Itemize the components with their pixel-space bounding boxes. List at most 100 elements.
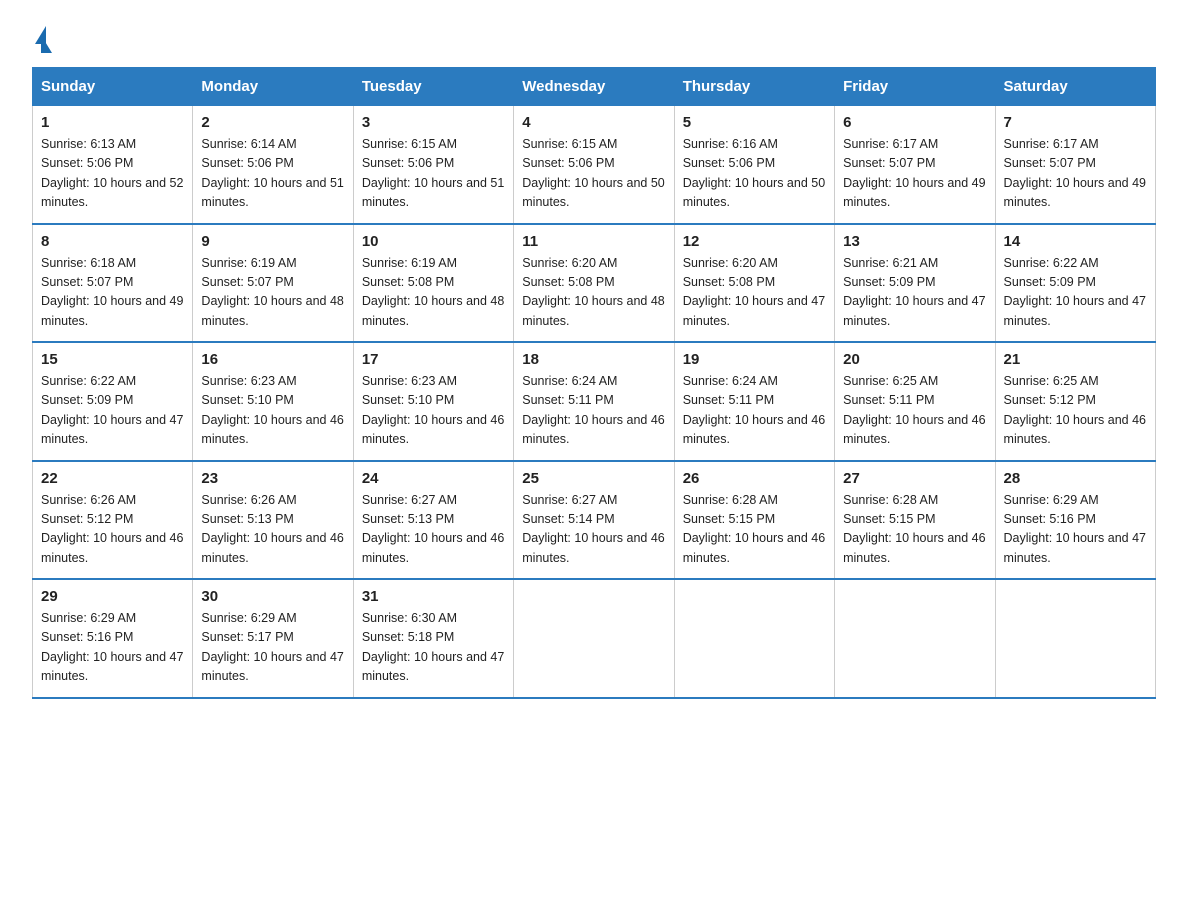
day-number: 15 bbox=[41, 351, 184, 368]
calendar-cell: 23 Sunrise: 6:26 AM Sunset: 5:13 PM Dayl… bbox=[193, 461, 353, 580]
calendar-week-row: 1 Sunrise: 6:13 AM Sunset: 5:06 PM Dayli… bbox=[33, 106, 1156, 224]
day-info: Sunrise: 6:27 AM Sunset: 5:13 PM Dayligh… bbox=[362, 491, 505, 569]
day-info: Sunrise: 6:29 AM Sunset: 5:16 PM Dayligh… bbox=[41, 609, 184, 687]
calendar-week-row: 29 Sunrise: 6:29 AM Sunset: 5:16 PM Dayl… bbox=[33, 579, 1156, 698]
weekday-header-saturday: Saturday bbox=[995, 68, 1155, 106]
day-number: 5 bbox=[683, 114, 826, 131]
weekday-header-monday: Monday bbox=[193, 68, 353, 106]
calendar-cell: 26 Sunrise: 6:28 AM Sunset: 5:15 PM Dayl… bbox=[674, 461, 834, 580]
day-info: Sunrise: 6:21 AM Sunset: 5:09 PM Dayligh… bbox=[843, 254, 986, 332]
calendar-cell: 15 Sunrise: 6:22 AM Sunset: 5:09 PM Dayl… bbox=[33, 342, 193, 461]
calendar-cell: 18 Sunrise: 6:24 AM Sunset: 5:11 PM Dayl… bbox=[514, 342, 674, 461]
logo bbox=[32, 24, 52, 51]
day-info: Sunrise: 6:30 AM Sunset: 5:18 PM Dayligh… bbox=[362, 609, 505, 687]
day-info: Sunrise: 6:25 AM Sunset: 5:11 PM Dayligh… bbox=[843, 372, 986, 450]
day-number: 23 bbox=[201, 470, 344, 487]
day-info: Sunrise: 6:19 AM Sunset: 5:07 PM Dayligh… bbox=[201, 254, 344, 332]
day-number: 30 bbox=[201, 588, 344, 605]
calendar-cell: 11 Sunrise: 6:20 AM Sunset: 5:08 PM Dayl… bbox=[514, 224, 674, 343]
day-info: Sunrise: 6:15 AM Sunset: 5:06 PM Dayligh… bbox=[362, 135, 505, 213]
day-number: 1 bbox=[41, 114, 184, 131]
day-info: Sunrise: 6:13 AM Sunset: 5:06 PM Dayligh… bbox=[41, 135, 184, 213]
calendar-week-row: 8 Sunrise: 6:18 AM Sunset: 5:07 PM Dayli… bbox=[33, 224, 1156, 343]
calendar-cell: 13 Sunrise: 6:21 AM Sunset: 5:09 PM Dayl… bbox=[835, 224, 995, 343]
day-number: 20 bbox=[843, 351, 986, 368]
calendar-cell: 27 Sunrise: 6:28 AM Sunset: 5:15 PM Dayl… bbox=[835, 461, 995, 580]
day-info: Sunrise: 6:29 AM Sunset: 5:17 PM Dayligh… bbox=[201, 609, 344, 687]
day-info: Sunrise: 6:25 AM Sunset: 5:12 PM Dayligh… bbox=[1004, 372, 1147, 450]
calendar-week-row: 15 Sunrise: 6:22 AM Sunset: 5:09 PM Dayl… bbox=[33, 342, 1156, 461]
day-number: 6 bbox=[843, 114, 986, 131]
calendar-cell: 16 Sunrise: 6:23 AM Sunset: 5:10 PM Dayl… bbox=[193, 342, 353, 461]
day-number: 3 bbox=[362, 114, 505, 131]
day-number: 10 bbox=[362, 233, 505, 250]
day-info: Sunrise: 6:29 AM Sunset: 5:16 PM Dayligh… bbox=[1004, 491, 1147, 569]
day-number: 14 bbox=[1004, 233, 1147, 250]
day-number: 7 bbox=[1004, 114, 1147, 131]
calendar-cell: 7 Sunrise: 6:17 AM Sunset: 5:07 PM Dayli… bbox=[995, 106, 1155, 224]
calendar-cell: 12 Sunrise: 6:20 AM Sunset: 5:08 PM Dayl… bbox=[674, 224, 834, 343]
day-info: Sunrise: 6:23 AM Sunset: 5:10 PM Dayligh… bbox=[201, 372, 344, 450]
day-number: 11 bbox=[522, 233, 665, 250]
calendar-cell: 25 Sunrise: 6:27 AM Sunset: 5:14 PM Dayl… bbox=[514, 461, 674, 580]
day-info: Sunrise: 6:24 AM Sunset: 5:11 PM Dayligh… bbox=[683, 372, 826, 450]
day-info: Sunrise: 6:18 AM Sunset: 5:07 PM Dayligh… bbox=[41, 254, 184, 332]
calendar-cell bbox=[835, 579, 995, 698]
day-info: Sunrise: 6:20 AM Sunset: 5:08 PM Dayligh… bbox=[522, 254, 665, 332]
day-number: 13 bbox=[843, 233, 986, 250]
calendar-cell bbox=[674, 579, 834, 698]
calendar-cell: 1 Sunrise: 6:13 AM Sunset: 5:06 PM Dayli… bbox=[33, 106, 193, 224]
day-number: 21 bbox=[1004, 351, 1147, 368]
day-number: 12 bbox=[683, 233, 826, 250]
calendar-cell: 19 Sunrise: 6:24 AM Sunset: 5:11 PM Dayl… bbox=[674, 342, 834, 461]
calendar-cell: 17 Sunrise: 6:23 AM Sunset: 5:10 PM Dayl… bbox=[353, 342, 513, 461]
calendar-cell bbox=[995, 579, 1155, 698]
day-number: 18 bbox=[522, 351, 665, 368]
page-header bbox=[32, 24, 1156, 51]
day-number: 26 bbox=[683, 470, 826, 487]
day-number: 25 bbox=[522, 470, 665, 487]
day-number: 24 bbox=[362, 470, 505, 487]
day-info: Sunrise: 6:23 AM Sunset: 5:10 PM Dayligh… bbox=[362, 372, 505, 450]
calendar-cell: 10 Sunrise: 6:19 AM Sunset: 5:08 PM Dayl… bbox=[353, 224, 513, 343]
day-number: 9 bbox=[201, 233, 344, 250]
calendar-cell: 29 Sunrise: 6:29 AM Sunset: 5:16 PM Dayl… bbox=[33, 579, 193, 698]
day-info: Sunrise: 6:28 AM Sunset: 5:15 PM Dayligh… bbox=[843, 491, 986, 569]
calendar-cell: 8 Sunrise: 6:18 AM Sunset: 5:07 PM Dayli… bbox=[33, 224, 193, 343]
calendar-cell bbox=[514, 579, 674, 698]
day-info: Sunrise: 6:27 AM Sunset: 5:14 PM Dayligh… bbox=[522, 491, 665, 569]
calendar-cell: 2 Sunrise: 6:14 AM Sunset: 5:06 PM Dayli… bbox=[193, 106, 353, 224]
weekday-header-row: SundayMondayTuesdayWednesdayThursdayFrid… bbox=[33, 68, 1156, 106]
weekday-header-thursday: Thursday bbox=[674, 68, 834, 106]
calendar-cell: 20 Sunrise: 6:25 AM Sunset: 5:11 PM Dayl… bbox=[835, 342, 995, 461]
day-info: Sunrise: 6:16 AM Sunset: 5:06 PM Dayligh… bbox=[683, 135, 826, 213]
weekday-header-wednesday: Wednesday bbox=[514, 68, 674, 106]
day-info: Sunrise: 6:24 AM Sunset: 5:11 PM Dayligh… bbox=[522, 372, 665, 450]
calendar-cell: 31 Sunrise: 6:30 AM Sunset: 5:18 PM Dayl… bbox=[353, 579, 513, 698]
day-number: 27 bbox=[843, 470, 986, 487]
day-number: 29 bbox=[41, 588, 184, 605]
weekday-header-friday: Friday bbox=[835, 68, 995, 106]
day-number: 22 bbox=[41, 470, 184, 487]
calendar-cell: 21 Sunrise: 6:25 AM Sunset: 5:12 PM Dayl… bbox=[995, 342, 1155, 461]
day-number: 31 bbox=[362, 588, 505, 605]
calendar-cell: 28 Sunrise: 6:29 AM Sunset: 5:16 PM Dayl… bbox=[995, 461, 1155, 580]
day-info: Sunrise: 6:17 AM Sunset: 5:07 PM Dayligh… bbox=[1004, 135, 1147, 213]
day-info: Sunrise: 6:26 AM Sunset: 5:12 PM Dayligh… bbox=[41, 491, 184, 569]
weekday-header-tuesday: Tuesday bbox=[353, 68, 513, 106]
day-number: 19 bbox=[683, 351, 826, 368]
day-info: Sunrise: 6:19 AM Sunset: 5:08 PM Dayligh… bbox=[362, 254, 505, 332]
calendar-cell: 14 Sunrise: 6:22 AM Sunset: 5:09 PM Dayl… bbox=[995, 224, 1155, 343]
day-info: Sunrise: 6:22 AM Sunset: 5:09 PM Dayligh… bbox=[1004, 254, 1147, 332]
calendar-cell: 6 Sunrise: 6:17 AM Sunset: 5:07 PM Dayli… bbox=[835, 106, 995, 224]
day-number: 2 bbox=[201, 114, 344, 131]
day-number: 16 bbox=[201, 351, 344, 368]
day-number: 8 bbox=[41, 233, 184, 250]
day-info: Sunrise: 6:14 AM Sunset: 5:06 PM Dayligh… bbox=[201, 135, 344, 213]
day-number: 28 bbox=[1004, 470, 1147, 487]
day-number: 4 bbox=[522, 114, 665, 131]
calendar-cell: 3 Sunrise: 6:15 AM Sunset: 5:06 PM Dayli… bbox=[353, 106, 513, 224]
calendar-cell: 5 Sunrise: 6:16 AM Sunset: 5:06 PM Dayli… bbox=[674, 106, 834, 224]
day-info: Sunrise: 6:17 AM Sunset: 5:07 PM Dayligh… bbox=[843, 135, 986, 213]
weekday-header-sunday: Sunday bbox=[33, 68, 193, 106]
